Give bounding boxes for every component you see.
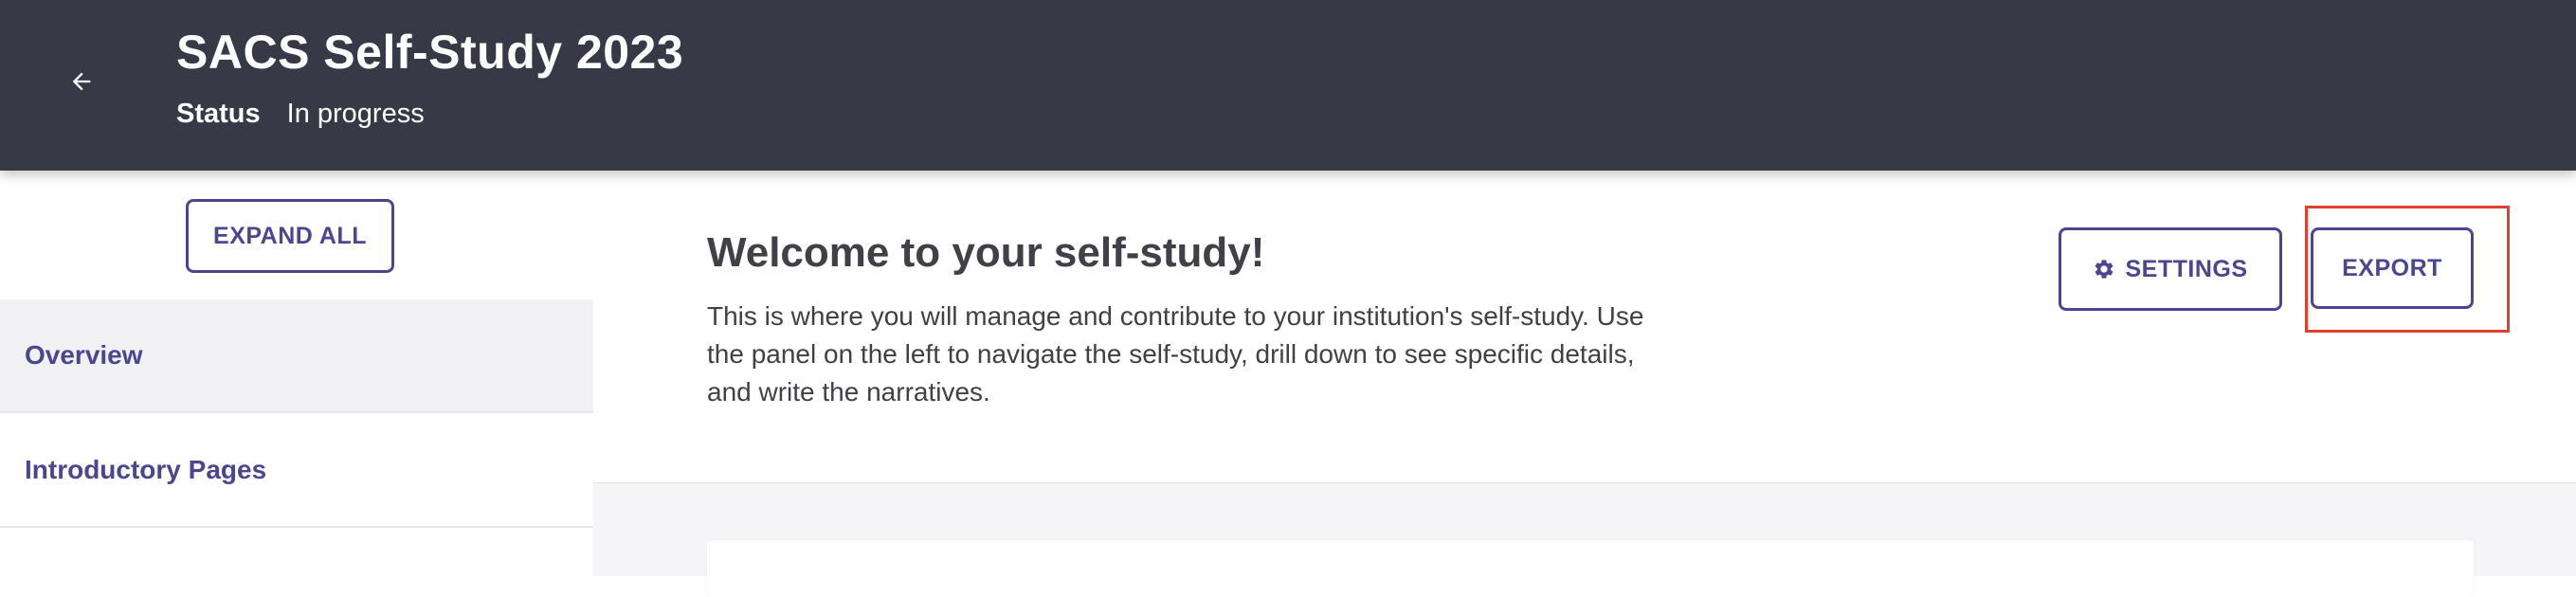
arrow-left-icon xyxy=(72,72,91,91)
page-title: SACS Self-Study 2023 xyxy=(176,26,684,79)
gear-icon xyxy=(2095,260,2113,279)
sidebar-item-introductory-pages[interactable]: Introductory Pages xyxy=(0,414,593,528)
welcome-description: This is where you will manage and contri… xyxy=(707,301,1644,407)
back-button[interactable] xyxy=(59,59,104,104)
expand-all-button[interactable]: EXPAND ALL xyxy=(186,199,394,273)
main-content-area xyxy=(593,483,2576,597)
welcome-panel: Welcome to your self-study! This is wher… xyxy=(593,171,2576,483)
sidebar-item-label: Introductory Pages xyxy=(25,455,267,484)
status-value: In progress xyxy=(286,99,425,129)
sidebar-item-overview[interactable]: Overview xyxy=(0,299,593,413)
sidebar-item-label: Overview xyxy=(25,340,143,370)
sidebar: EXPAND ALL Overview Introductory Pages xyxy=(0,171,593,576)
settings-button[interactable]: SETTINGS xyxy=(2059,227,2282,311)
settings-label: SETTINGS xyxy=(2125,255,2248,282)
status-row: Status In progress xyxy=(176,99,425,130)
content-card xyxy=(707,540,2474,597)
export-button[interactable]: EXPORT xyxy=(2311,227,2474,309)
welcome-heading: Welcome to your self-study! xyxy=(707,229,1265,276)
top-header: SACS Self-Study 2023 Status In progress xyxy=(0,0,2576,171)
status-label: Status xyxy=(176,99,261,129)
